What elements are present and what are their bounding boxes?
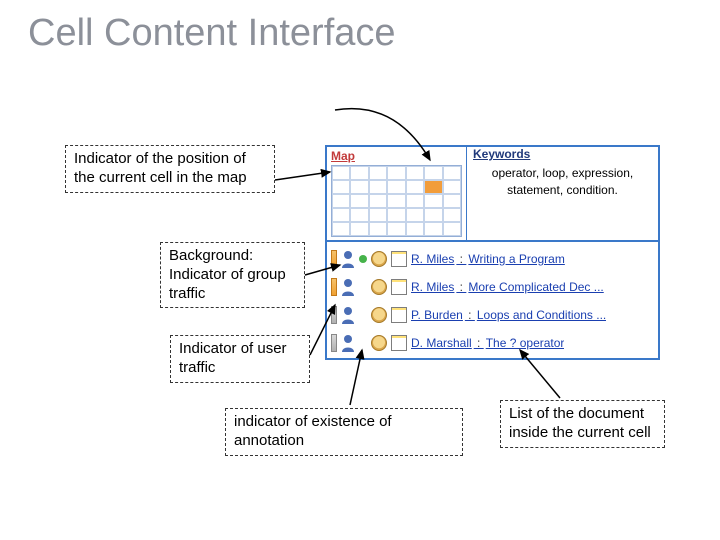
user-traffic-icon	[341, 306, 355, 324]
document-icon	[391, 307, 407, 323]
face-icon	[371, 335, 387, 351]
document-link[interactable]: D. Marshall : The ? operator	[411, 336, 564, 350]
user-traffic-icon	[341, 334, 355, 352]
document-row[interactable]: R. Miles : More Complicated Dec ...	[331, 274, 654, 300]
group-traffic-bar	[331, 306, 337, 324]
document-icon	[391, 251, 407, 267]
face-icon	[371, 307, 387, 323]
group-traffic-bar	[331, 334, 337, 352]
face-icon	[371, 251, 387, 267]
callout-user: Indicator of user traffic	[170, 335, 310, 383]
group-traffic-bar	[331, 278, 337, 296]
annotation-indicator-icon	[359, 255, 367, 263]
callout-list: List of the document inside the current …	[500, 400, 665, 448]
document-row[interactable]: D. Marshall : The ? operator	[331, 330, 654, 356]
keywords-label: Keywords	[473, 147, 530, 161]
group-traffic-bar	[331, 250, 337, 268]
user-traffic-icon	[341, 278, 355, 296]
document-link[interactable]: R. Miles : Writing a Program	[411, 252, 565, 266]
callout-annotation: indicator of existence of annotation	[225, 408, 463, 456]
face-icon	[371, 279, 387, 295]
callout-position: Indicator of the position of the current…	[65, 145, 275, 193]
page-title: Cell Content Interface	[28, 12, 396, 55]
document-list: R. Miles : Writing a Program R. Miles : M…	[327, 242, 658, 362]
keywords-block: Keywords operator, loop, expression, sta…	[467, 147, 658, 240]
document-link[interactable]: R. Miles : More Complicated Dec ...	[411, 280, 604, 294]
user-traffic-icon	[341, 250, 355, 268]
cell-content-panel: Map Keywords operator, loop, expression,…	[325, 145, 660, 360]
document-icon	[391, 279, 407, 295]
map-label: Map	[331, 149, 355, 163]
document-row[interactable]: R. Miles : Writing a Program	[331, 246, 654, 272]
map-active-cell[interactable]	[424, 180, 442, 194]
map-block: Map	[327, 147, 467, 240]
keywords-text: operator, loop, expression, statement, c…	[473, 165, 652, 199]
callout-background: Background:Indicator of group traffic	[160, 242, 305, 308]
document-row[interactable]: P. Burden : Loops and Conditions ...	[331, 302, 654, 328]
map-grid[interactable]	[331, 165, 462, 237]
document-icon	[391, 335, 407, 351]
document-link[interactable]: P. Burden : Loops and Conditions ...	[411, 308, 606, 322]
